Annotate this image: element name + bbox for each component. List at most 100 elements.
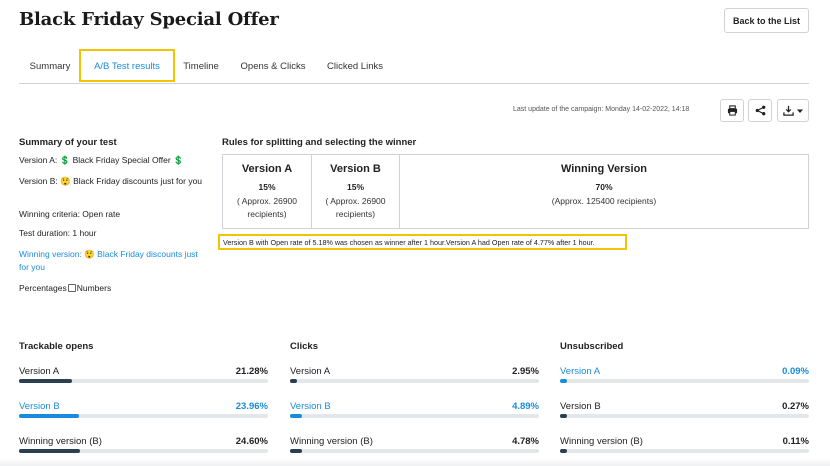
- stat-bar-fill: [290, 449, 302, 453]
- page-title: Black Friday Special Offer: [19, 9, 279, 30]
- rules-title: Rules for splitting and selecting the wi…: [222, 137, 417, 148]
- stat-bar-track: [560, 449, 809, 453]
- download-icon: [783, 105, 794, 116]
- rules-cell-name: Winning Version: [560, 163, 648, 175]
- summary-version-a: Version A: 💲 Black Friday Special Offer …: [19, 154, 204, 167]
- print-button[interactable]: [720, 99, 744, 122]
- stat-bar-fill: [19, 449, 80, 453]
- tab-bar: Summary A/B Test results Timeline Opens …: [19, 49, 809, 84]
- stat-label: Version A: [290, 366, 331, 377]
- rules-cell-desc: ( Approx. 26900 recipients): [223, 195, 311, 220]
- stat-row: Version A 21.28%: [19, 366, 268, 386]
- rules-cell-version-a: Version A 15% ( Approx. 26900 recipients…: [223, 155, 311, 228]
- stat-title: Trackable opens: [19, 341, 94, 352]
- stat-title: Clicks: [290, 341, 318, 352]
- stat-value: 2.95%: [512, 366, 539, 377]
- tab-timeline[interactable]: Timeline: [175, 50, 227, 83]
- version-b-prefix: Version B:: [19, 176, 58, 186]
- stat-bar-track: [290, 379, 539, 383]
- numbers-checkbox[interactable]: [67, 284, 76, 292]
- stat-unsubscribed: Unsubscribed Version A 0.09% Version B 0…: [560, 341, 809, 453]
- stat-label: Winning version (B): [560, 436, 643, 447]
- stat-bar-fill: [290, 414, 302, 418]
- back-to-list-button[interactable]: Back to the List: [724, 8, 809, 33]
- summary-version-b: Version B: 😲 Black Friday discounts just…: [19, 175, 204, 188]
- stat-label: Version B: [560, 401, 601, 412]
- stat-bar-track: [19, 414, 268, 418]
- version-a-subject: 💲 Black Friday Special Offer 💲: [59, 155, 184, 165]
- stat-value: 24.60%: [235, 436, 268, 447]
- stat-label[interactable]: Version A: [560, 366, 600, 377]
- stat-label: Winning version (B): [19, 436, 102, 447]
- rules-cell-version-b: Version B 15% ( Approx. 26900 recipients…: [311, 155, 399, 228]
- rules-cell-desc-line: recipients): [335, 208, 376, 219]
- rules-cell-name: Version A: [241, 163, 293, 175]
- stat-bar-fill: [560, 449, 567, 453]
- stat-title: Unsubscribed: [560, 341, 624, 352]
- version-b-subject: 😲 Black Friday discounts just for you: [60, 176, 203, 186]
- summary-duration: Test duration: 1 hour: [19, 228, 97, 238]
- print-icon: [727, 105, 737, 116]
- display-mode-toggle: Percentages Numbers: [19, 282, 204, 295]
- download-button[interactable]: [777, 99, 809, 122]
- tab-ab-test-results[interactable]: A/B Test results: [79, 50, 175, 83]
- rules-cell-name: Version B: [330, 163, 381, 175]
- stat-bar-fill: [560, 414, 567, 418]
- rules-cell-desc-line: ( Approx. 26900: [236, 196, 297, 206]
- rules-cell-desc-line: recipients): [247, 208, 287, 219]
- tab-summary[interactable]: Summary: [21, 50, 79, 83]
- summary-title: Summary of your test: [19, 137, 117, 148]
- tab-clicked-links[interactable]: Clicked Links: [321, 50, 389, 83]
- stat-bar-track: [290, 414, 539, 418]
- stat-clicks: Clicks Version A 2.95% Version B 4.89% W…: [290, 341, 539, 453]
- stat-bar-fill: [19, 379, 72, 383]
- stat-bar-fill: [19, 414, 79, 418]
- summary-winner[interactable]: Winning version: 😲 Black Friday discount…: [19, 248, 204, 273]
- stat-row: Version A 2.95%: [290, 366, 539, 386]
- stat-value: 21.28%: [235, 366, 268, 377]
- stat-value: 0.11%: [782, 436, 809, 447]
- bottom-fade: [0, 458, 830, 466]
- stat-row[interactable]: Version B 23.96%: [19, 401, 268, 421]
- rules-table: Version A 15% ( Approx. 26900 recipients…: [222, 154, 809, 229]
- stat-value: 4.78%: [512, 436, 539, 447]
- rules-cell-desc-line: (Approx. 125400 recipients): [551, 196, 657, 206]
- rules-cell-percent: 15%: [346, 182, 364, 192]
- rules-cell-desc: ( Approx. 26900 recipients): [312, 195, 399, 220]
- stat-trackable-opens: Trackable opens Version A 21.28% Version…: [19, 341, 268, 453]
- stat-value: 4.89%: [512, 401, 539, 412]
- stat-value: 0.09%: [782, 366, 809, 377]
- stat-value: 23.96%: [235, 401, 268, 412]
- share-button[interactable]: [748, 99, 772, 122]
- stat-bar-track: [19, 449, 268, 453]
- stat-row[interactable]: Version A 0.09%: [560, 366, 809, 386]
- stat-value: 0.27%: [782, 401, 809, 412]
- version-a-prefix: Version A:: [19, 155, 58, 165]
- stat-bar-track: [560, 379, 809, 383]
- last-update-value: Monday 14-02-2022, 14:18: [605, 106, 690, 113]
- stat-bar-track: [560, 414, 809, 418]
- stat-bar-track: [19, 379, 268, 383]
- test-result-message: Version B with Open rate of 5.18% was ch…: [218, 234, 627, 250]
- rules-cell-percent: 70%: [595, 182, 613, 192]
- stat-bar-fill: [560, 379, 567, 383]
- stat-label: Version A: [19, 366, 60, 377]
- last-update-label: Last update of the campaign:: [513, 106, 604, 113]
- last-update: Last update of the campaign: Monday 14-0…: [513, 106, 689, 113]
- share-icon: [755, 105, 765, 116]
- stat-bar-fill: [290, 379, 297, 383]
- tab-opens-clicks[interactable]: Opens & Clicks: [231, 50, 315, 83]
- summary-criteria: Winning criteria: Open rate: [19, 209, 121, 219]
- stat-row: Winning version (B) 0.11%: [560, 436, 809, 456]
- rules-cell-percent: 15%: [258, 182, 276, 192]
- rules-cell-desc-line: ( Approx. 26900: [325, 196, 386, 206]
- stat-row[interactable]: Version B 4.89%: [290, 401, 539, 421]
- percentages-label[interactable]: Percentages: [19, 283, 67, 293]
- stat-label[interactable]: Version B: [290, 401, 331, 412]
- stat-bar-track: [290, 449, 539, 453]
- stat-label[interactable]: Version B: [19, 401, 60, 412]
- numbers-label[interactable]: Numbers: [77, 283, 111, 293]
- rules-cell-desc: (Approx. 125400 recipients): [400, 195, 808, 208]
- stat-row: Version B 0.27%: [560, 401, 809, 421]
- winner-prefix: Winning version:: [19, 249, 82, 259]
